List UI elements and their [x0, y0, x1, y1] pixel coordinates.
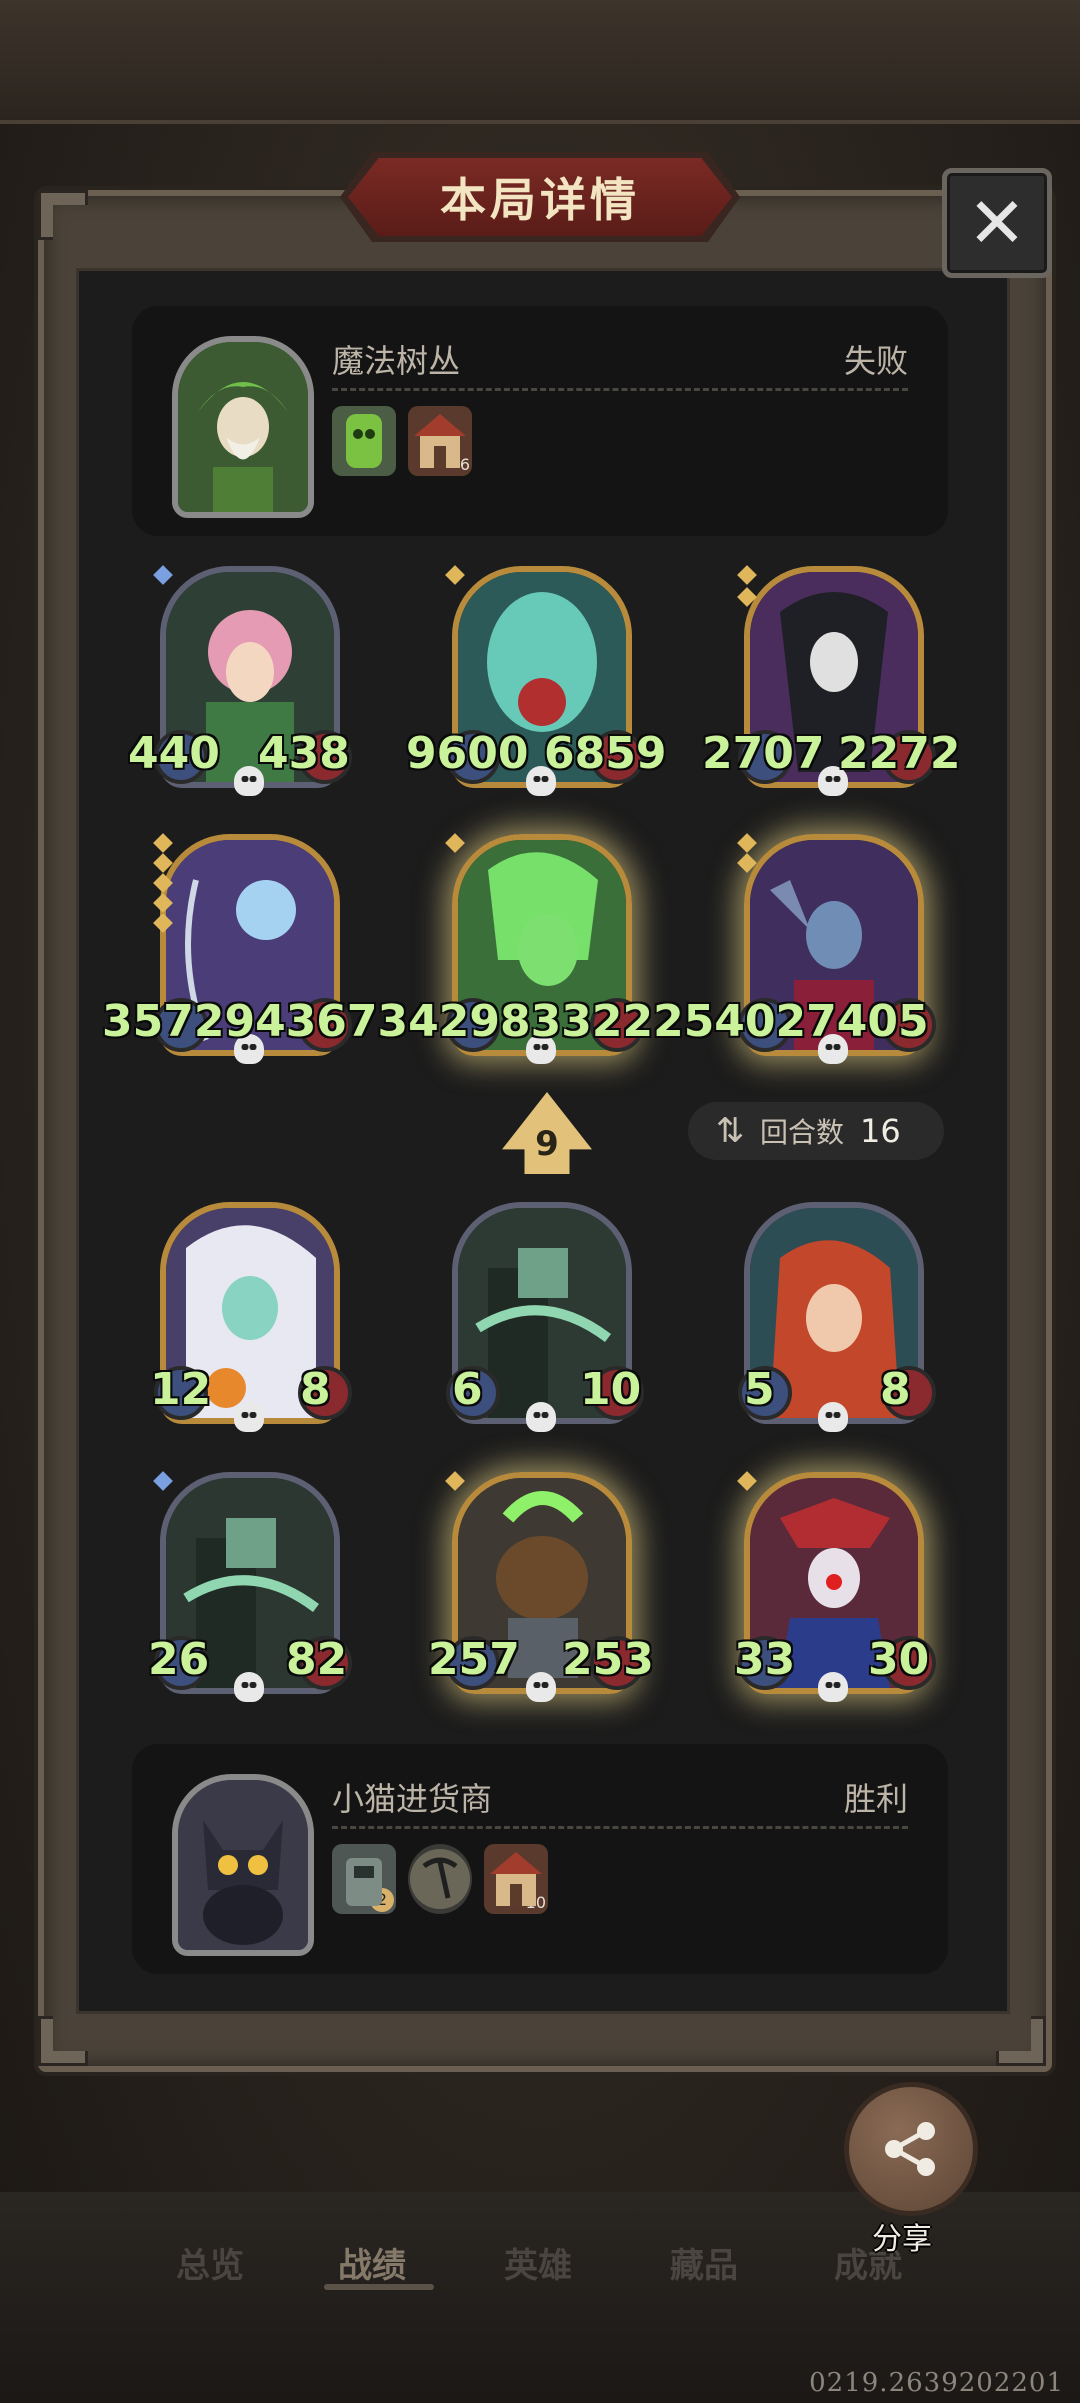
robot-icon[interactable]: 2 [332, 1844, 396, 1914]
skull-icon [234, 1402, 264, 1432]
enemy-hero-3-attack: 2707 [702, 728, 825, 779]
top-wood-bar [0, 0, 1080, 124]
my-hero-2-health: 10 [580, 1364, 642, 1415]
enemy-row2-stats: 3572943673429833222540274​05 [102, 996, 929, 1047]
version-text: 0219.2639202201 [809, 2368, 1064, 2398]
house-icon[interactable]: 10 [484, 1844, 548, 1914]
opponent-name: 魔法树丛 [332, 342, 461, 380]
my-hero-3-health: 8 [880, 1364, 911, 1415]
my-hero-2-attack: 6 [452, 1364, 483, 1415]
opponent-card: 魔法树丛 失败 6 [132, 306, 948, 536]
skull-icon [526, 1672, 556, 1702]
rounds-value: 16 [860, 1112, 901, 1150]
active-tab-indicator [324, 2284, 434, 2290]
my-hero-6-health: 30 [868, 1634, 930, 1685]
player-name: 小猫进货商 [332, 1780, 493, 1818]
player-result: 胜利 [843, 1780, 908, 1818]
divider [332, 388, 908, 391]
my-hero-5-health: 253 [562, 1634, 654, 1685]
swap-arrows-icon: ⇅ [715, 1111, 745, 1151]
close-icon: ✕ [967, 182, 1027, 264]
divider [332, 1826, 908, 1829]
tab-battle-record[interactable]: 战绩 [338, 2238, 406, 2287]
opponent-result: 失败 [843, 342, 908, 380]
skull-icon [818, 1402, 848, 1432]
green-totem-icon[interactable] [332, 406, 396, 476]
tab-heroes[interactable]: 英雄 [504, 2238, 572, 2287]
title-banner: 本局详情 [348, 158, 732, 236]
skull-icon [526, 1402, 556, 1432]
enemy-hero-1-health: 438 [258, 728, 350, 779]
tavern-level: 9 [535, 1124, 559, 1164]
skull-icon [234, 1672, 264, 1702]
my-hero-3-attack: 5 [744, 1364, 775, 1415]
tab-overview[interactable]: 总览 [176, 2238, 244, 2287]
enemy-hero-1-attack: 440 [128, 728, 220, 779]
share-button[interactable] [844, 2082, 978, 2216]
house-icon[interactable]: 6 [408, 406, 472, 476]
share-label: 分享 [872, 2222, 932, 2257]
rounds-label: 回合数 [760, 1116, 845, 1149]
my-hero-1-health: 8 [300, 1364, 331, 1415]
close-button[interactable]: ✕ [942, 168, 1052, 278]
share-icon [885, 2122, 935, 2176]
opponent-avatar[interactable] [172, 336, 314, 518]
my-hero-6-attack: 33 [734, 1634, 796, 1685]
enemy-hero-2-health: 6859 [544, 728, 667, 779]
my-hero-4-attack: 26 [148, 1634, 210, 1685]
page-title: 本局详情 [440, 173, 640, 227]
my-hero-1-attack: 12 [150, 1364, 212, 1415]
my-hero-4-health: 82 [286, 1634, 348, 1685]
rounds-pill: ⇅ 回合数 16 [688, 1102, 944, 1160]
skull-icon [818, 1672, 848, 1702]
my-hero-5-attack: 257 [428, 1634, 520, 1685]
pickaxe-icon[interactable] [408, 1844, 472, 1914]
player-avatar[interactable] [172, 1774, 314, 1956]
tab-collection[interactable]: 藏品 [670, 2238, 738, 2287]
player-card: 小猫进货商 胜利 2 10 [132, 1744, 948, 1974]
enemy-hero-2-attack: 9600 [406, 728, 529, 779]
enemy-hero-3-health: 2272 [838, 728, 961, 779]
